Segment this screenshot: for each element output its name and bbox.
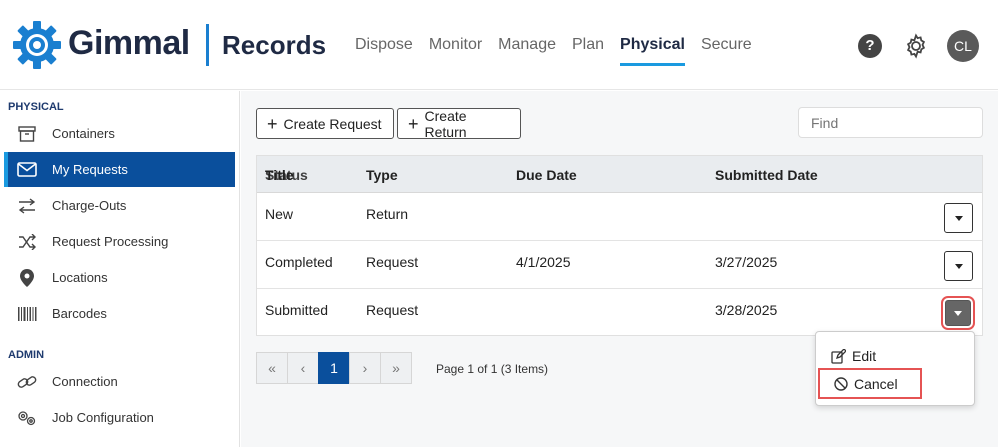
- sidebar-item-request-processing[interactable]: Request Processing: [4, 224, 235, 259]
- sidebar-item-locations[interactable]: Locations: [4, 260, 235, 295]
- caret-down-icon: [954, 215, 963, 221]
- caret-down-icon: [954, 310, 962, 316]
- shuffle-icon: [16, 231, 38, 253]
- help-icon[interactable]: ?: [858, 34, 882, 58]
- status-cell: New: [265, 206, 294, 222]
- next-page-button[interactable]: ›: [349, 352, 381, 384]
- sidebar-item-label: Containers: [52, 126, 115, 141]
- nav-manage[interactable]: Manage: [498, 36, 556, 66]
- top-bar: Gimmal Records Dispose Monitor Manage Pl…: [0, 0, 998, 90]
- avatar[interactable]: CL: [947, 30, 979, 62]
- sidebar-item-label: Barcodes: [52, 306, 107, 321]
- nav-secure[interactable]: Secure: [701, 36, 752, 66]
- gimmal-logo-icon: [12, 20, 62, 70]
- link-icon: [16, 371, 38, 393]
- menu-item-label: Cancel: [854, 375, 898, 392]
- menu-item-edit[interactable]: Edit: [831, 344, 876, 368]
- map-pin-icon: [16, 267, 38, 289]
- column-header-submitted-date[interactable]: Submitted Date: [715, 167, 818, 183]
- brand-name: Gimmal: [68, 24, 190, 62]
- nav-plan[interactable]: Plan: [572, 36, 604, 66]
- nav-physical[interactable]: Physical: [620, 36, 685, 66]
- status-cell: Completed: [265, 254, 333, 270]
- gears-icon: [16, 407, 38, 429]
- row-actions-menu: Edit Cancel: [815, 331, 975, 406]
- column-header-status[interactable]: Status: [265, 167, 308, 183]
- sidebar-item-containers[interactable]: Containers: [4, 116, 235, 151]
- sidebar-item-label: Request Processing: [52, 234, 169, 249]
- product-name: Records: [222, 30, 327, 60]
- create-return-label: Create Return: [424, 107, 467, 140]
- find-input[interactable]: [798, 107, 983, 138]
- main-content: + Create Request + Create Return Title S…: [241, 91, 998, 447]
- row-actions-button[interactable]: [941, 296, 975, 330]
- first-page-button[interactable]: «: [256, 352, 288, 384]
- caret-down-icon: [954, 263, 963, 269]
- submitted-date-cell: 3/27/2025: [715, 254, 778, 270]
- nav-dispose[interactable]: Dispose: [355, 36, 413, 66]
- nav-monitor[interactable]: Monitor: [429, 36, 482, 66]
- submitted-date-cell: 3/28/2025: [715, 302, 778, 318]
- sidebar-item-label: Connection: [52, 374, 118, 389]
- column-header-due-date[interactable]: Due Date: [516, 167, 577, 183]
- sidebar-item-job-configuration[interactable]: Job Configuration: [4, 400, 235, 435]
- sidebar-item-label: Charge-Outs: [52, 198, 127, 213]
- page-1-button[interactable]: 1: [318, 352, 350, 384]
- pagination: « ‹ 1 › »: [256, 352, 412, 384]
- section-label-physical: PHYSICAL: [8, 101, 64, 113]
- menu-item-cancel[interactable]: Cancel: [818, 368, 922, 399]
- table-row[interactable]: Completed Request 4/1/2025 3/27/2025: [257, 241, 982, 289]
- create-request-label: Create Request: [283, 115, 382, 132]
- type-cell: Return: [366, 206, 409, 222]
- envelope-icon: [16, 159, 38, 181]
- prev-page-button[interactable]: ‹: [287, 352, 319, 384]
- sidebar-item-charge-outs[interactable]: Charge-Outs: [4, 188, 235, 223]
- swap-arrows-icon: [16, 195, 38, 217]
- cancel-icon: [834, 376, 848, 391]
- plus-icon: +: [267, 113, 278, 134]
- sidebar-item-my-requests[interactable]: My Requests: [4, 152, 235, 187]
- table-row[interactable]: Submitted Request 3/28/2025: [257, 289, 982, 337]
- edit-icon: [831, 348, 846, 364]
- sidebar-item-connection[interactable]: Connection: [4, 364, 235, 399]
- requests-table: Title Status Type Due Date Submitted Dat…: [256, 155, 983, 336]
- gear-icon[interactable]: [903, 33, 929, 59]
- sidebar: PHYSICAL Containers My Requests Charge-O…: [0, 91, 240, 447]
- status-cell: Submitted: [265, 302, 329, 318]
- create-return-button[interactable]: + Create Return: [397, 107, 521, 140]
- menu-item-label: Edit: [852, 348, 877, 364]
- sidebar-item-barcodes[interactable]: Barcodes: [4, 296, 235, 331]
- table-row[interactable]: New Return: [257, 193, 982, 241]
- section-label-admin: ADMIN: [8, 349, 45, 361]
- type-cell: Request: [366, 302, 419, 318]
- barcode-icon: [16, 303, 38, 325]
- row-actions-button[interactable]: [944, 251, 973, 281]
- sidebar-item-label: My Requests: [52, 162, 128, 177]
- row-actions-button[interactable]: [944, 203, 973, 233]
- table-header: Title Status Type Due Date Submitted Dat…: [257, 156, 982, 193]
- sidebar-item-label: Job Configuration: [52, 410, 154, 425]
- page-info: Page 1 of 1 (3 Items): [436, 362, 549, 376]
- main-nav: Dispose Monitor Manage Plan Physical Sec…: [355, 36, 768, 66]
- type-cell: Request: [366, 254, 419, 270]
- create-request-button[interactable]: + Create Request: [256, 108, 394, 139]
- sidebar-item-label: Locations: [52, 270, 108, 285]
- plus-icon: +: [408, 113, 419, 134]
- due-date-cell: 4/1/2025: [516, 254, 571, 270]
- brand-divider: [206, 24, 209, 66]
- column-header-type[interactable]: Type: [366, 167, 398, 183]
- archive-box-icon: [16, 123, 38, 145]
- last-page-button[interactable]: »: [380, 352, 412, 384]
